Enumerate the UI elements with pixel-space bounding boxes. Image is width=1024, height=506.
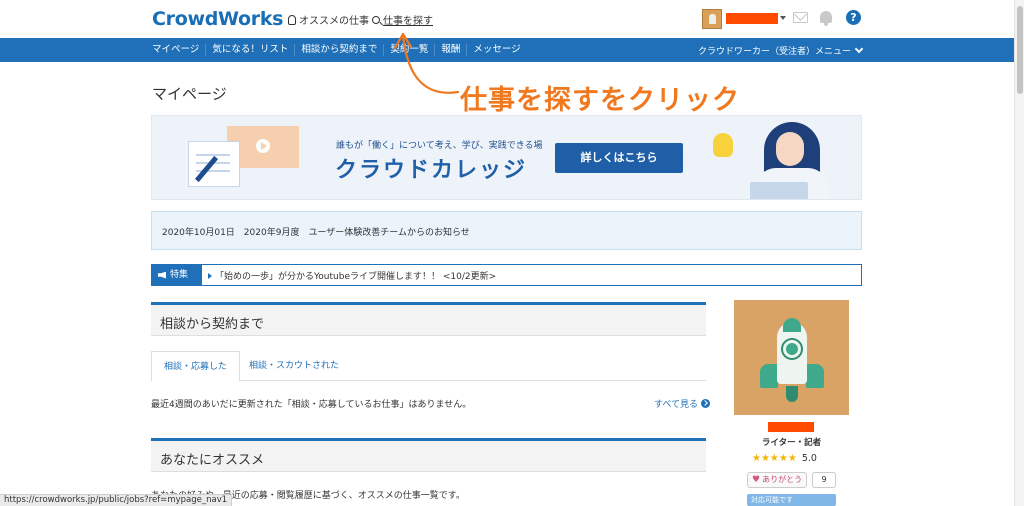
bell-icon[interactable] bbox=[820, 11, 832, 26]
see-all-label: すべて見る bbox=[654, 400, 699, 410]
star-rating-icon: ★★★★★ bbox=[752, 453, 797, 464]
availability-status[interactable]: 対応可能です bbox=[747, 494, 836, 506]
recommended-jobs-label: オススメの仕事 bbox=[299, 16, 369, 27]
play-icon bbox=[256, 139, 270, 153]
tab-applied[interactable]: 相談・応募した bbox=[151, 351, 241, 382]
college-banner[interactable]: 誰もが「働く」について考え、学び、実践できる場 クラウドカレッジ 詳しくはこちら bbox=[151, 115, 862, 200]
thanks-button[interactable]: ♥ ありがとう bbox=[747, 472, 807, 488]
rocket-nose bbox=[783, 318, 801, 332]
notice-link[interactable]: 2020年10月01日 2020年9月度 ユーザー体験改善チームからのお知らせ bbox=[162, 225, 470, 238]
rocket-flame bbox=[786, 386, 798, 402]
arrow-right-circle-icon bbox=[701, 399, 711, 408]
crowdworks-logo[interactable]: CrowdWorks bbox=[152, 8, 283, 30]
chevron-down-icon bbox=[854, 44, 864, 54]
heart-icon: ♥ bbox=[752, 475, 761, 485]
recommended-section-header: あなたにオススメ bbox=[151, 438, 706, 472]
recommended-heading: あなたにオススメ bbox=[160, 453, 265, 468]
main-navbar: マイページ 気になる！リスト 相談から契約まで 契約一覧 報酬 メッセージ クラ… bbox=[0, 38, 1014, 62]
worker-menu-label: クラウドワーカー（受注者）メニュー bbox=[697, 47, 851, 57]
profile-name-redacted[interactable] bbox=[768, 422, 814, 432]
profile-role: ライター・記者 bbox=[761, 438, 822, 448]
consultation-section-header: 相談から契約まで bbox=[151, 302, 706, 336]
page-title: マイページ bbox=[152, 85, 227, 103]
nav-item-mypage[interactable]: マイページ bbox=[146, 44, 207, 56]
username-redacted[interactable] bbox=[726, 13, 778, 24]
help-icon[interactable]: ? bbox=[846, 10, 861, 25]
details-button[interactable]: 詳しくはこちら bbox=[555, 143, 683, 173]
annotation-text: 仕事を探すをクリック bbox=[460, 85, 740, 116]
consultation-heading: 相談から契約まで bbox=[160, 317, 265, 332]
feature-link[interactable]: 「始めの一歩」が分かるYoutubeライブ開催します！！ <10/2更新> bbox=[208, 269, 496, 282]
search-icon bbox=[372, 15, 380, 24]
consultation-tabs: 相談・応募した 相談・スカウトされた bbox=[151, 351, 706, 382]
banner-title: クラウドカレッジ bbox=[335, 158, 528, 183]
find-jobs-link[interactable]: 仕事を探す bbox=[372, 12, 433, 27]
triangle-right-icon bbox=[208, 273, 212, 279]
find-jobs-label: 仕事を探す bbox=[383, 16, 433, 27]
site-header: CrowdWorks オススメの仕事 仕事を探す ? bbox=[0, 0, 1014, 38]
laptop-illustration bbox=[750, 182, 808, 199]
scrollbar-thumb[interactable] bbox=[1017, 6, 1023, 94]
rating-value: 5.0 bbox=[801, 453, 817, 464]
lightbulb-illustration bbox=[713, 133, 733, 157]
rocket-window bbox=[783, 340, 801, 358]
thanks-count: 9 bbox=[812, 472, 836, 488]
scrollbar[interactable] bbox=[1014, 0, 1024, 506]
status-bar-url: https://crowdworks.jp/public/jobs?ref=my… bbox=[0, 494, 233, 506]
mail-icon[interactable] bbox=[793, 12, 808, 23]
user-avatar[interactable] bbox=[702, 9, 722, 29]
rocket-fin bbox=[806, 364, 824, 388]
rocket-fin bbox=[760, 364, 778, 388]
banner-subtitle: 誰もが「働く」について考え、学び、実践できる場 bbox=[336, 141, 543, 151]
megaphone-icon bbox=[158, 271, 166, 279]
page: CrowdWorks オススメの仕事 仕事を探す ? マイページ 気になる！リス… bbox=[0, 0, 1024, 506]
feature-label-text: 特集 bbox=[170, 270, 189, 280]
see-all-link[interactable]: すべて見る bbox=[654, 397, 711, 410]
thanks-label: ありがとう bbox=[762, 475, 803, 484]
feature-label: 特集 bbox=[152, 265, 202, 285]
tab-scouted[interactable]: 相談・スカウトされた bbox=[237, 351, 351, 381]
caret-down-icon[interactable] bbox=[780, 16, 786, 20]
worker-menu[interactable]: クラウドワーカー（受注者）メニュー bbox=[697, 44, 864, 57]
feature-link-text: 「始めの一歩」が分かるYoutubeライブ開催します！！ <10/2更新> bbox=[215, 272, 497, 282]
notice-box: 2020年10月01日 2020年9月度 ユーザー体験改善チームからのお知らせ bbox=[151, 211, 862, 250]
profile-image[interactable] bbox=[734, 300, 849, 415]
nav-item-consultation[interactable]: 相談から契約まで bbox=[295, 44, 385, 56]
rating: ★★★★★ 5.0 bbox=[752, 453, 817, 464]
recommended-jobs-link[interactable]: オススメの仕事 bbox=[288, 12, 369, 27]
empty-message: 最近4週間のあいだに更新された「相談・応募しているお仕事」はありません。 bbox=[151, 400, 472, 410]
lightbulb-icon bbox=[288, 14, 296, 25]
nav-item-watchlist[interactable]: 気になる！リスト bbox=[206, 44, 296, 56]
feature-bar: 特集 「始めの一歩」が分かるYoutubeライブ開催します！！ <10/2更新> bbox=[151, 264, 862, 286]
person-face-illustration bbox=[776, 132, 804, 166]
